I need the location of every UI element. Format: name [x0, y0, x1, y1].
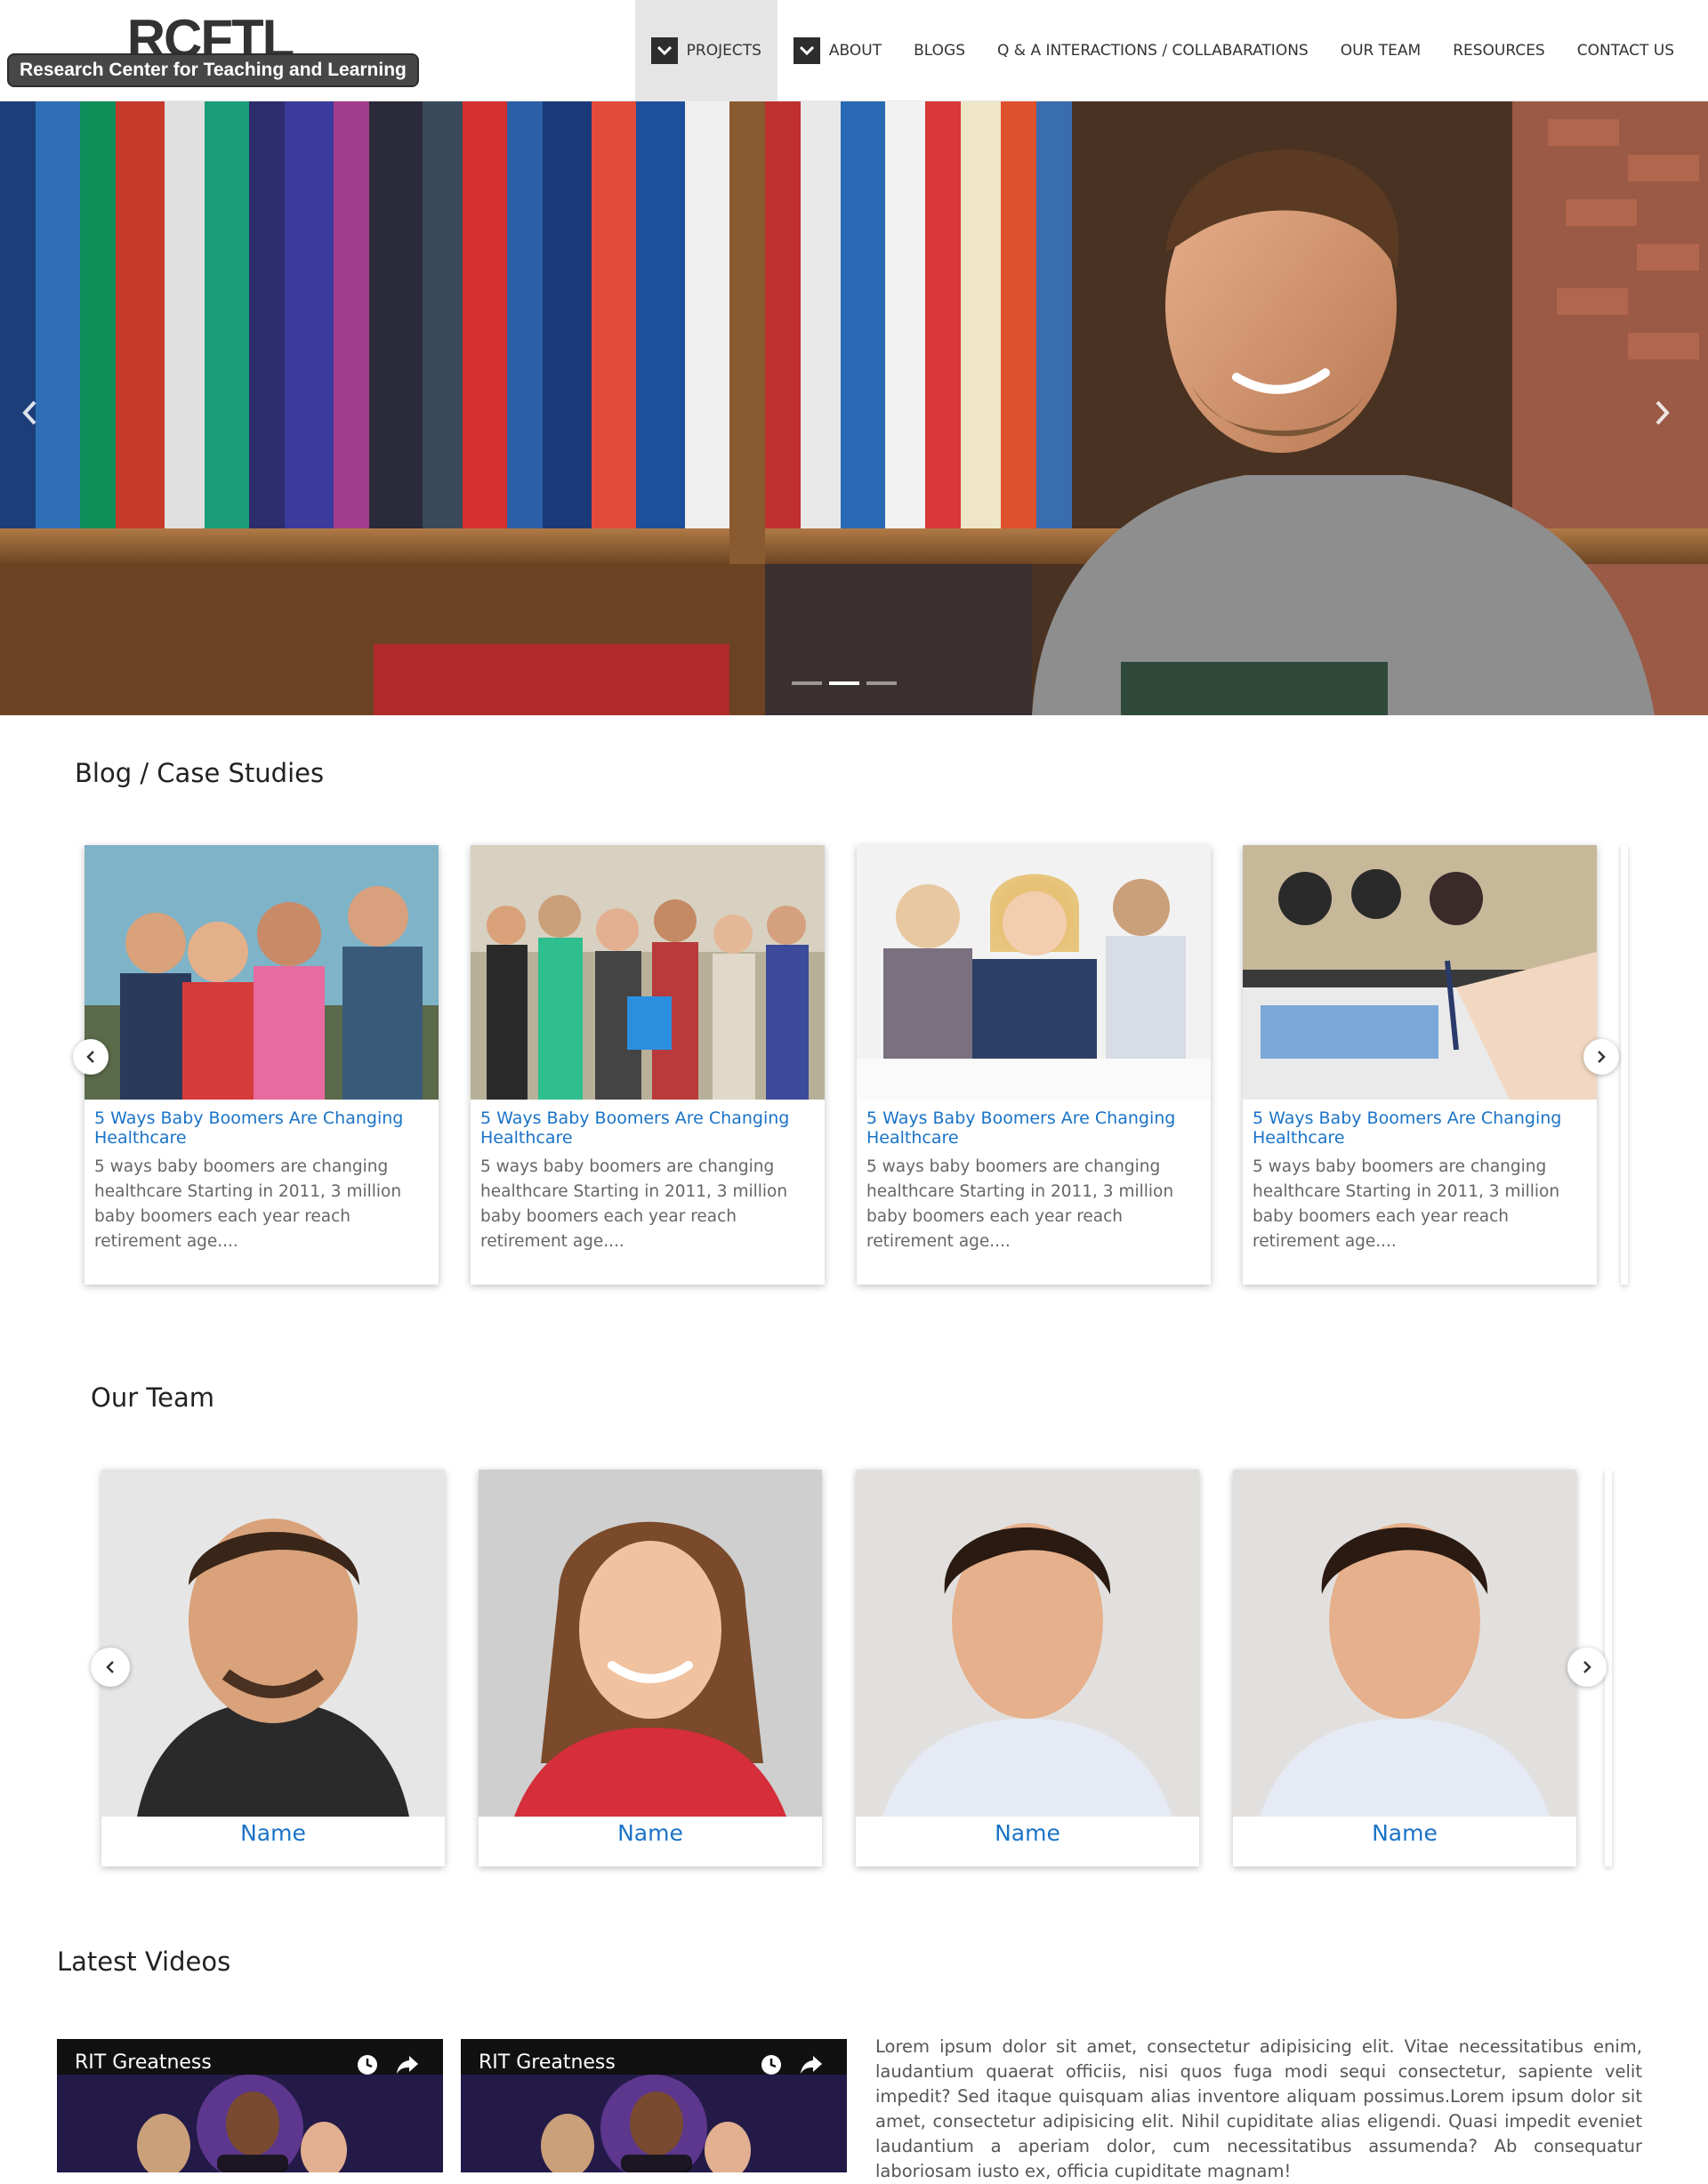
- blog-next-button[interactable]: [1583, 1039, 1619, 1075]
- team-member-photo: [856, 1470, 1199, 1817]
- clock-icon[interactable]: [356, 2053, 379, 2076]
- hero-indicator-3[interactable]: [866, 681, 897, 685]
- team-member-photo: [479, 1470, 822, 1817]
- blog-card[interactable]: 5 Ways Baby Boomers Are Changing Healthc…: [857, 845, 1211, 1285]
- nav-label-projects: PROJECTS: [686, 42, 761, 60]
- chevron-right-icon: [1583, 1661, 1591, 1673]
- hero-indicators: [792, 681, 897, 685]
- chevron-left-icon: [106, 1661, 114, 1673]
- blog-card-image: [85, 845, 439, 1100]
- team-member-card[interactable]: Name: [479, 1470, 822, 1866]
- team-member-photo: [101, 1470, 445, 1817]
- blog-card-excerpt: 5 ways baby boomers are changing healthc…: [94, 1157, 402, 1251]
- team-member-card[interactable]: Name: [1233, 1470, 1576, 1866]
- site-header: RCFTL Research Center for Teaching and L…: [0, 0, 1708, 101]
- blog-card-excerpt: 5 ways baby boomers are changing healthc…: [480, 1157, 788, 1251]
- hero-indicator-2[interactable]: [829, 681, 859, 685]
- team-member-card[interactable]: Name: [101, 1470, 445, 1866]
- chevron-left-icon: [86, 1051, 94, 1063]
- blog-card-title[interactable]: 5 Ways Baby Boomers Are Changing Healthc…: [1253, 1108, 1591, 1148]
- hero-indicator-1[interactable]: [792, 681, 822, 685]
- blog-card-image: [1243, 845, 1597, 1100]
- video-title[interactable]: RIT Greatness: [75, 2051, 212, 2074]
- nav-item-resources[interactable]: RESOURCES: [1437, 0, 1561, 101]
- nav-item-blogs[interactable]: BLOGS: [898, 0, 981, 101]
- nav-item-qa[interactable]: Q & A INTERACTIONS / COLLABARATIONS: [981, 0, 1325, 101]
- hero-prev-button[interactable]: [12, 386, 48, 439]
- blog-card-title[interactable]: 5 Ways Baby Boomers Are Changing Healthc…: [866, 1108, 1204, 1148]
- blog-card-image: [471, 845, 825, 1100]
- nav-item-contact[interactable]: CONTACT US: [1561, 0, 1708, 101]
- video-title[interactable]: RIT Greatness: [479, 2051, 616, 2074]
- chevron-down-icon: [793, 37, 820, 64]
- team-member-name[interactable]: Name: [856, 1820, 1199, 1846]
- blog-card-next-peek: [1621, 845, 1628, 1285]
- nav-label-about: ABOUT: [828, 42, 882, 60]
- blog-card-excerpt: 5 ways baby boomers are changing healthc…: [1253, 1157, 1560, 1251]
- video-player[interactable]: RIT Greatness: [461, 2039, 847, 2172]
- nav-item-about[interactable]: ABOUT: [777, 0, 898, 101]
- share-icon[interactable]: [395, 2054, 420, 2075]
- blog-heading: Blog / Case Studies: [75, 758, 325, 788]
- share-icon[interactable]: [799, 2054, 824, 2075]
- videos-description: Lorem ipsum dolor sit amet, consectetur …: [875, 2036, 1642, 2181]
- blog-card[interactable]: 5 Ways Baby Boomers Are Changing Healthc…: [85, 845, 439, 1285]
- chevron-right-icon: [1598, 1051, 1606, 1063]
- site-logo[interactable]: RCFTL Research Center for Teaching and L…: [7, 9, 419, 89]
- videos-heading: Latest Videos: [57, 1946, 231, 1977]
- team-member-name[interactable]: Name: [101, 1820, 445, 1846]
- nav-item-our-team[interactable]: OUR TEAM: [1325, 0, 1437, 101]
- blog-card[interactable]: 5 Ways Baby Boomers Are Changing Healthc…: [1243, 845, 1597, 1285]
- nav-item-projects[interactable]: PROJECTS: [634, 0, 777, 101]
- logo-tagline: Research Center for Teaching and Learnin…: [7, 53, 419, 87]
- blog-prev-button[interactable]: [73, 1039, 109, 1075]
- blog-card-title[interactable]: 5 Ways Baby Boomers Are Changing Healthc…: [94, 1108, 432, 1148]
- video-player[interactable]: RIT Greatness: [57, 2039, 443, 2172]
- blog-card-title[interactable]: 5 Ways Baby Boomers Are Changing Healthc…: [480, 1108, 818, 1148]
- clock-icon[interactable]: [760, 2053, 783, 2076]
- hero-image: [0, 101, 1708, 715]
- main-nav: PROJECTS ABOUT BLOGS Q & A INTERACTIONS …: [634, 0, 1708, 101]
- team-prev-button[interactable]: [91, 1648, 130, 1687]
- team-member-name[interactable]: Name: [1233, 1820, 1576, 1846]
- blog-card[interactable]: 5 Ways Baby Boomers Are Changing Healthc…: [471, 845, 825, 1285]
- chevron-left-icon: [22, 400, 36, 425]
- chevron-down-icon: [650, 37, 678, 64]
- team-next-button[interactable]: [1567, 1648, 1607, 1687]
- team-heading: Our Team: [91, 1382, 214, 1413]
- chevron-right-icon: [1656, 400, 1670, 425]
- blog-card-excerpt: 5 ways baby boomers are changing healthc…: [866, 1157, 1174, 1251]
- team-member-photo: [1233, 1470, 1576, 1817]
- team-member-name[interactable]: Name: [479, 1820, 822, 1846]
- blog-card-image: [857, 845, 1211, 1100]
- team-member-card[interactable]: Name: [856, 1470, 1199, 1866]
- hero-carousel: [0, 101, 1708, 715]
- hero-next-button[interactable]: [1644, 386, 1680, 439]
